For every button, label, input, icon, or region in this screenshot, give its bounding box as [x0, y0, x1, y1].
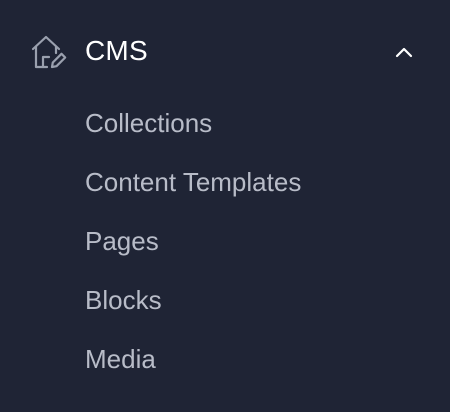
- nav-item-blocks[interactable]: Blocks: [0, 271, 450, 330]
- nav-item-label: Content Templates: [85, 167, 302, 197]
- nav-item-media[interactable]: Media: [0, 330, 450, 389]
- chevron-up-icon[interactable]: [394, 44, 414, 60]
- cms-section-header[interactable]: CMS: [0, 22, 450, 82]
- cms-section-title: CMS: [85, 35, 148, 66]
- sidebar-nav: CMS Collections Content Templates Pages …: [0, 0, 450, 412]
- nav-item-pages[interactable]: Pages: [0, 212, 450, 271]
- cms-subitems: Collections Content Templates Pages Bloc…: [0, 94, 450, 389]
- nav-item-collections[interactable]: Collections: [0, 94, 450, 153]
- nav-item-label: Blocks: [85, 285, 162, 315]
- nav-item-label: Collections: [85, 108, 213, 138]
- home-edit-icon: [30, 34, 68, 70]
- nav-item-label: Pages: [85, 226, 159, 256]
- nav-item-label: Media: [85, 344, 156, 374]
- nav-item-content-templates[interactable]: Content Templates: [0, 153, 450, 212]
